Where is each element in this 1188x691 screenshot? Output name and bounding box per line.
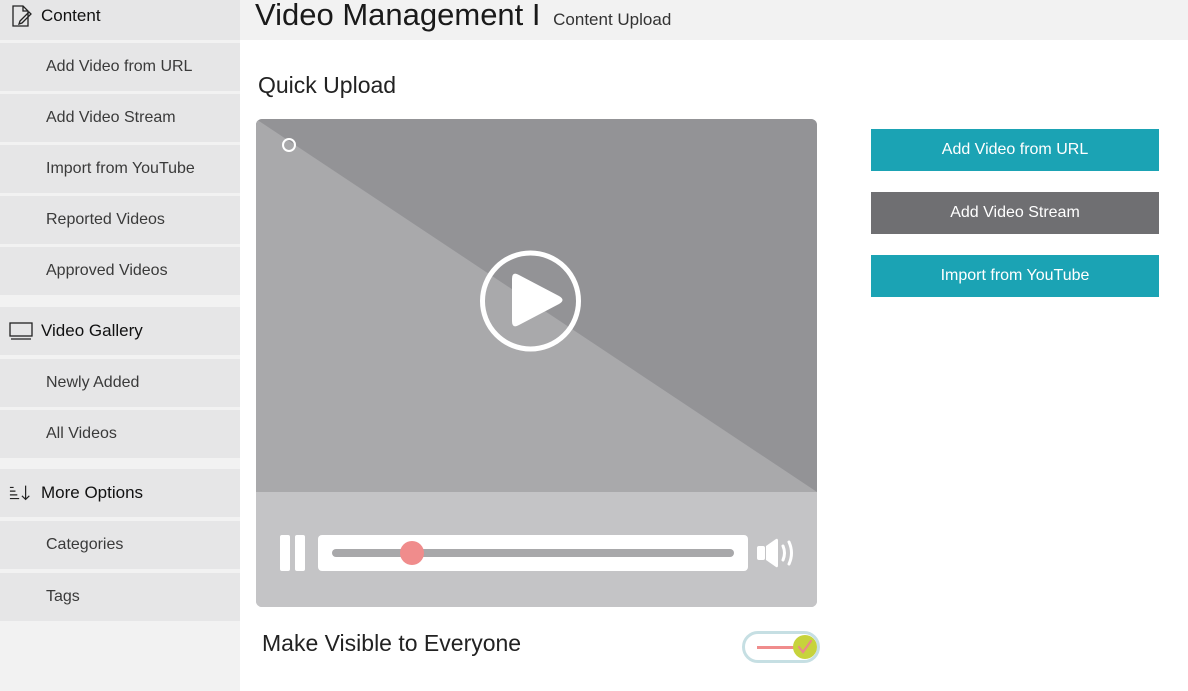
section-title: Quick Upload xyxy=(258,72,397,98)
sidebar-section-content[interactable]: Content xyxy=(0,0,240,40)
sidebar-item-tags[interactable]: Tags xyxy=(0,573,240,621)
sidebar-item-label: Import from YouTube xyxy=(46,160,195,177)
player-controls xyxy=(256,492,817,607)
add-video-from-url-button[interactable]: Add Video from URL xyxy=(871,129,1159,171)
sidebar-item-newly-added[interactable]: Newly Added xyxy=(0,359,240,407)
sidebar-item-label: All Videos xyxy=(46,425,117,442)
sidebar-item-label: Tags xyxy=(46,588,80,605)
seek-bar[interactable] xyxy=(332,541,734,565)
page-title: Video Management I Content Upload xyxy=(255,0,671,33)
sidebar-item-label: Add Video from URL xyxy=(46,58,193,75)
visibility-toggle[interactable] xyxy=(742,631,820,663)
sidebar: Content Add Video from URL Add Video Str… xyxy=(0,0,240,691)
sidebar-item-categories[interactable]: Categories xyxy=(0,521,240,569)
header-bar: Video Management I Content Upload xyxy=(240,0,1188,40)
toggle-knob xyxy=(793,635,817,659)
sidebar-item-add-video-stream[interactable]: Add Video Stream xyxy=(0,94,240,142)
page-subtitle: Content Upload xyxy=(553,10,672,29)
sidebar-item-import-from-youtube[interactable]: Import from YouTube xyxy=(0,145,240,193)
sidebar-item-label: Approved Videos xyxy=(46,262,168,279)
sidebar-item-add-video-from-url[interactable]: Add Video from URL xyxy=(0,43,240,91)
sidebar-section-label: Content xyxy=(41,6,101,25)
sidebar-item-label: Reported Videos xyxy=(46,211,165,228)
video-player[interactable] xyxy=(256,119,817,607)
visibility-label: Make Visible to Everyone xyxy=(262,630,522,656)
sidebar-item-approved-videos[interactable]: Approved Videos xyxy=(0,247,240,295)
document-edit-icon xyxy=(9,4,33,28)
sidebar-item-all-videos[interactable]: All Videos xyxy=(0,410,240,458)
sidebar-section-more-options[interactable]: More Options xyxy=(0,469,240,517)
pause-icon[interactable] xyxy=(280,535,306,571)
sidebar-item-label: Categories xyxy=(46,536,124,553)
sidebar-item-reported-videos[interactable]: Reported Videos xyxy=(0,196,240,244)
sidebar-section-label: Video Gallery xyxy=(41,321,143,340)
sidebar-item-label: Add Video Stream xyxy=(46,109,176,126)
volume-icon[interactable] xyxy=(756,536,798,575)
video-screen[interactable] xyxy=(256,119,817,492)
seek-thumb[interactable] xyxy=(400,541,425,565)
add-video-stream-button[interactable]: Add Video Stream xyxy=(871,192,1159,234)
page-title-text: Video Management I xyxy=(255,0,541,32)
monitor-icon xyxy=(9,319,33,343)
import-from-youtube-button[interactable]: Import from YouTube xyxy=(871,255,1159,297)
sidebar-section-label: More Options xyxy=(41,483,144,502)
sort-descending-icon xyxy=(9,481,33,505)
sidebar-item-label: Newly Added xyxy=(46,374,140,391)
seek-bar-container xyxy=(318,535,748,571)
check-icon xyxy=(797,639,813,654)
sidebar-section-video-gallery[interactable]: Video Gallery xyxy=(0,307,240,355)
